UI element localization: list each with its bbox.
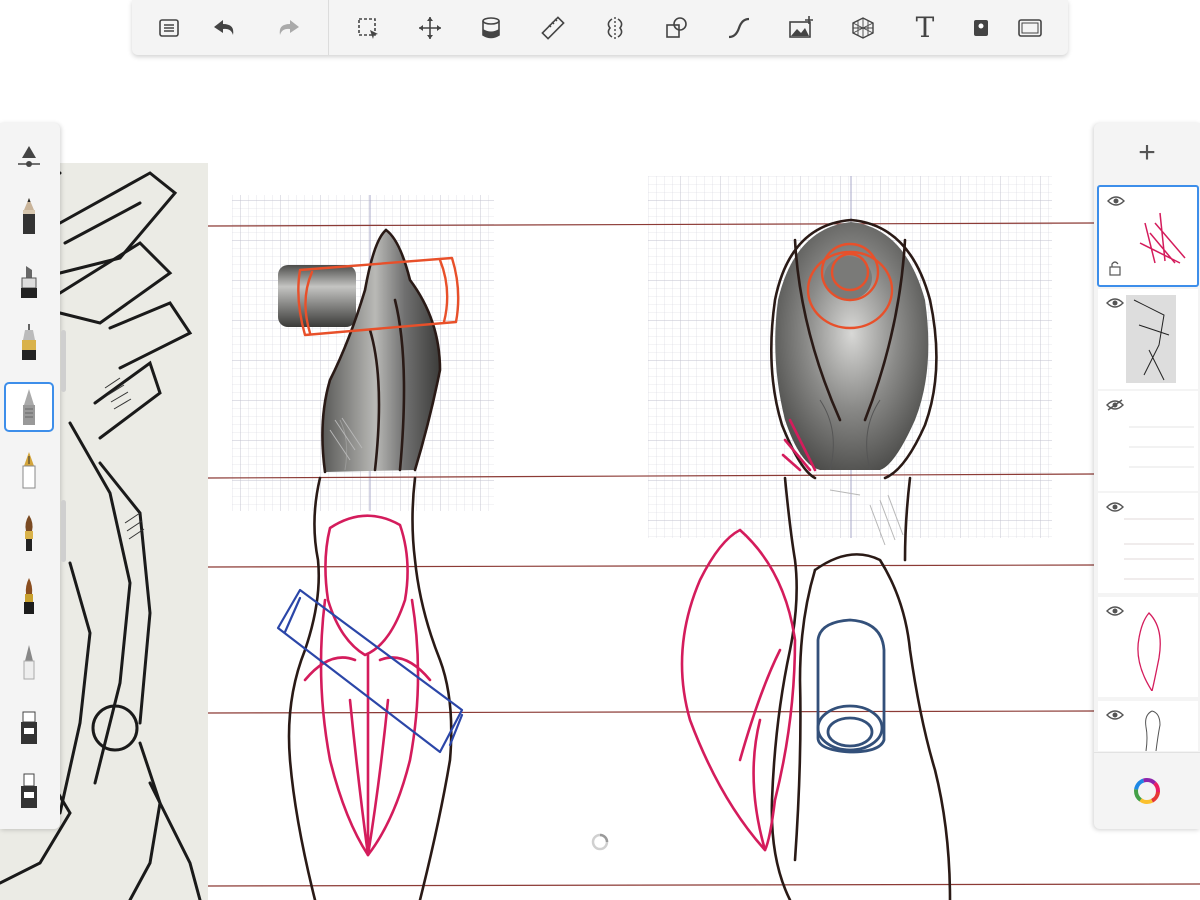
lock-icon[interactable] xyxy=(1109,260,1121,276)
french-curve-icon[interactable] xyxy=(717,6,761,50)
eye-icon[interactable] xyxy=(1106,605,1124,617)
list-menu-icon[interactable] xyxy=(147,6,191,50)
ballpoint-pen-icon[interactable] xyxy=(4,382,54,432)
add-layer-button[interactable]: + xyxy=(1094,123,1200,183)
color-wheel-icon xyxy=(1134,778,1160,804)
text-tool-icon[interactable]: T xyxy=(903,6,947,50)
layer-red-hatching[interactable] xyxy=(1097,185,1199,287)
pencil-brush-icon[interactable] xyxy=(6,193,52,239)
ruler-icon[interactable] xyxy=(531,6,575,50)
brush-palette xyxy=(0,123,60,829)
layer-reference-photo[interactable] xyxy=(1098,289,1198,389)
layer-hidden-lines[interactable] xyxy=(1098,391,1198,491)
symmetry-icon[interactable] xyxy=(593,6,637,50)
eye-hidden-icon[interactable] xyxy=(1106,399,1124,411)
layer-panel: + xyxy=(1094,123,1200,829)
layer-guide-lines[interactable] xyxy=(1098,493,1198,593)
undo-arrow-icon[interactable] xyxy=(202,6,246,50)
paint-brush-icon[interactable] xyxy=(6,510,52,556)
layer-thumbnail xyxy=(1145,710,1161,751)
paint-bucket-icon[interactable] xyxy=(469,6,513,50)
layer-thumbnail xyxy=(1139,212,1186,264)
layer-thumbnail xyxy=(1124,518,1194,580)
perspective-grid-icon[interactable] xyxy=(841,6,885,50)
top-toolbar: T xyxy=(132,0,1068,55)
eye-icon[interactable] xyxy=(1106,501,1124,513)
eye-icon[interactable] xyxy=(1106,709,1124,721)
layer-thumbnail xyxy=(1126,295,1176,383)
redo-arrow-icon[interactable] xyxy=(267,6,311,50)
layer-thumbnail xyxy=(1129,426,1194,468)
layer-thumbnail xyxy=(1137,612,1161,691)
transform-move-icon[interactable] xyxy=(408,6,452,50)
marker-brush-icon[interactable] xyxy=(6,257,52,303)
plus-icon: + xyxy=(1138,136,1156,169)
fullscreen-icon[interactable] xyxy=(1008,6,1052,50)
drawing-canvas[interactable] xyxy=(0,0,1200,900)
copic-color-icon[interactable] xyxy=(959,6,1003,50)
add-image-icon[interactable] xyxy=(779,6,823,50)
brush-size-slider[interactable] xyxy=(61,330,66,392)
shapes-icon[interactable] xyxy=(655,6,699,50)
layer-figure-sketch[interactable] xyxy=(1098,701,1198,751)
eye-icon[interactable] xyxy=(1107,195,1125,207)
brush-properties-icon[interactable] xyxy=(6,131,52,177)
technical-pen-icon[interactable] xyxy=(6,319,52,365)
selection-icon[interactable] xyxy=(346,6,390,50)
brush-opacity-slider[interactable] xyxy=(61,500,66,562)
airbrush-icon[interactable] xyxy=(6,638,52,684)
fountain-pen-icon[interactable] xyxy=(6,447,52,493)
wide-marker-icon[interactable] xyxy=(6,767,52,813)
chisel-marker-icon[interactable] xyxy=(6,703,52,749)
loading-spinner-icon xyxy=(591,833,609,851)
color-wheel-button[interactable] xyxy=(1094,752,1200,829)
toolbar-divider xyxy=(328,0,329,55)
eye-icon[interactable] xyxy=(1106,297,1124,309)
layer-red-shape[interactable] xyxy=(1098,597,1198,697)
ink-brush-icon[interactable] xyxy=(6,573,52,619)
